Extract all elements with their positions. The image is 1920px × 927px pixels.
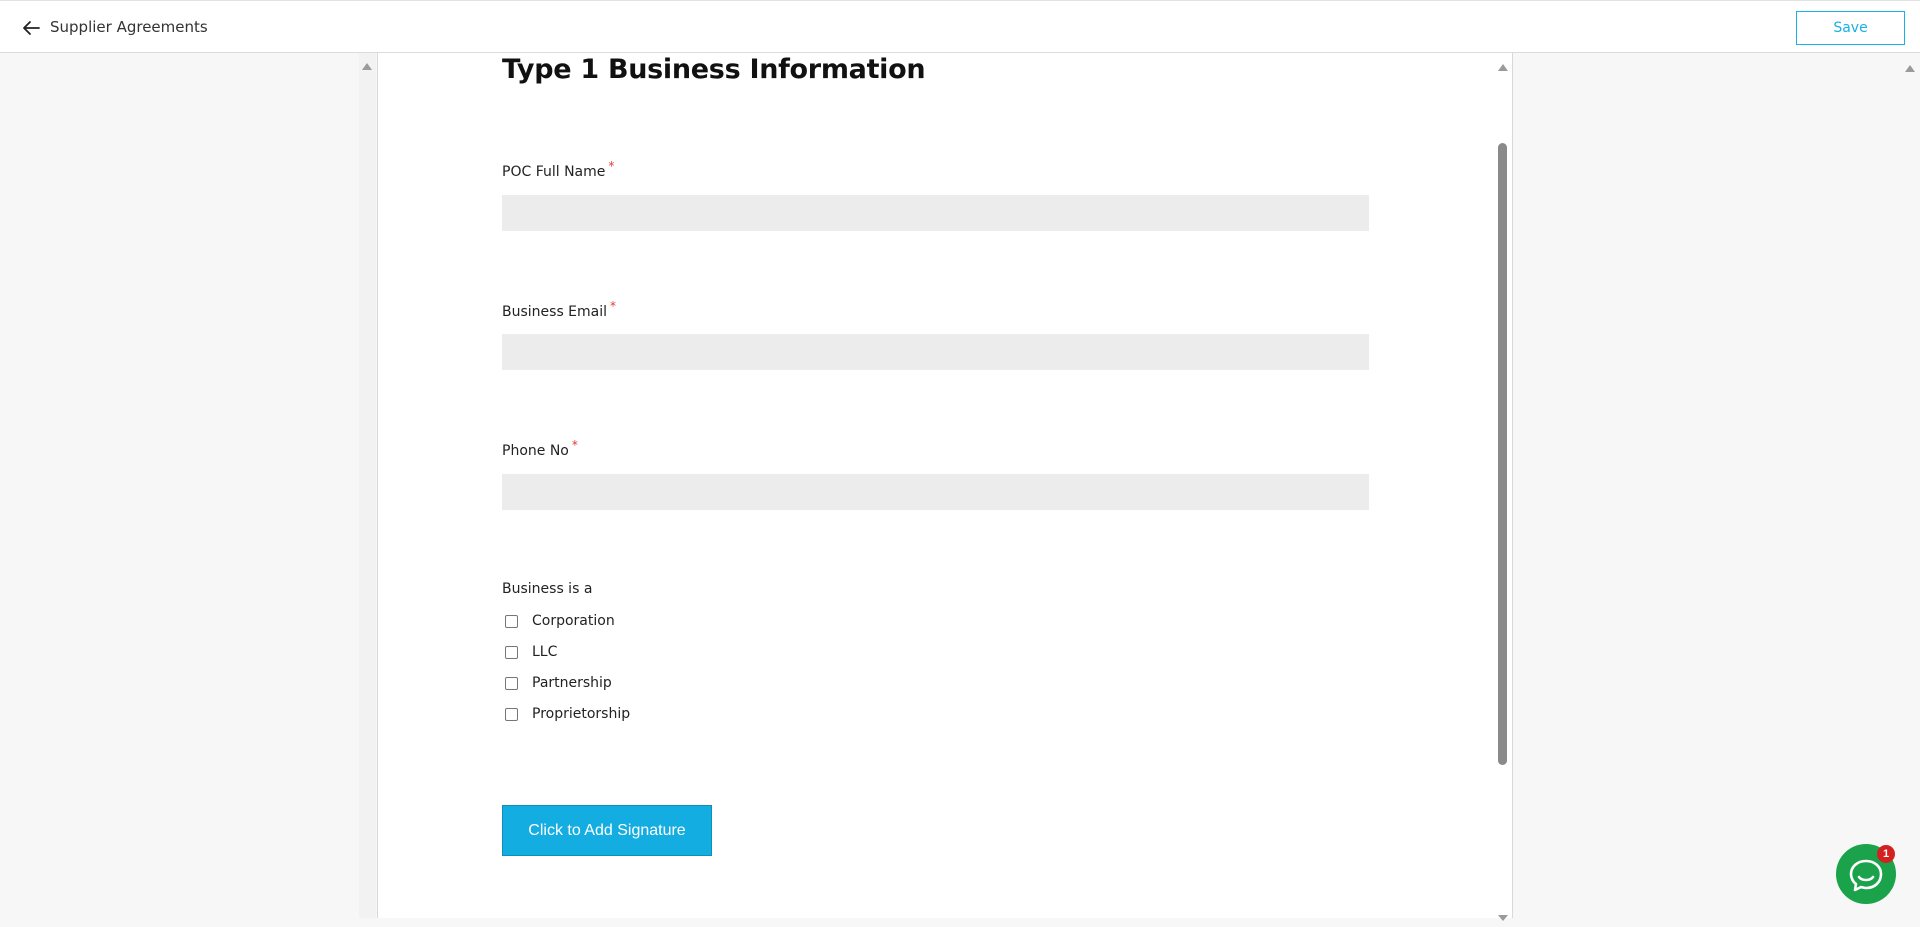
back-arrow-icon[interactable] <box>20 18 42 38</box>
required-marker: * <box>608 159 615 173</box>
left-scrollbar[interactable] <box>359 53 376 918</box>
left-panel <box>0 53 359 918</box>
top-bar: Supplier Agreements Save <box>0 0 1920 53</box>
checkbox-label: Proprietorship <box>532 706 631 722</box>
scrollbar-thumb[interactable] <box>1498 143 1507 765</box>
business-email-label: Business Email * <box>502 299 616 320</box>
required-marker: * <box>610 299 617 313</box>
checkbox-partnership[interactable]: Partnership <box>505 675 612 691</box>
document-scrollbar[interactable] <box>1494 53 1512 921</box>
field-label-text: Phone No <box>502 443 569 459</box>
scroll-down-arrow-icon[interactable] <box>1497 909 1509 927</box>
scroll-up-arrow-icon[interactable] <box>1904 60 1916 78</box>
checkbox[interactable] <box>505 614 518 628</box>
checkbox-corporation[interactable]: Corporation <box>505 613 615 629</box>
field-label-text: POC Full Name <box>502 164 606 180</box>
field-label-text: Business Email <box>502 304 608 320</box>
page-title: Supplier Agreements <box>50 18 208 36</box>
checkbox-llc[interactable]: LLC <box>505 644 557 660</box>
checkbox[interactable] <box>505 676 518 690</box>
save-button[interactable]: Save <box>1796 11 1905 45</box>
add-signature-button[interactable]: Click to Add Signature <box>502 805 712 856</box>
required-marker: * <box>571 438 578 452</box>
phone-no-label: Phone No * <box>502 438 578 459</box>
poc-full-name-label: POC Full Name * <box>502 159 614 180</box>
scroll-up-arrow-icon[interactable] <box>1497 59 1509 77</box>
poc-full-name-input[interactable] <box>502 195 1369 231</box>
scroll-up-arrow-icon[interactable] <box>361 58 373 70</box>
checkbox-label: LLC <box>532 644 558 660</box>
checkbox[interactable] <box>505 707 518 721</box>
right-panel <box>1514 53 1920 918</box>
form-title: Type 1 Business Information <box>502 54 926 85</box>
checkbox-label: Partnership <box>532 675 612 691</box>
checkbox[interactable] <box>505 645 518 659</box>
checkbox-label: Corporation <box>532 613 615 629</box>
checkbox-proprietorship[interactable]: Proprietorship <box>505 706 630 722</box>
notification-badge: 1 <box>1877 845 1895 863</box>
phone-no-input[interactable] <box>502 474 1369 510</box>
business-email-input[interactable] <box>502 334 1369 370</box>
business-type-label: Business is a <box>502 581 593 597</box>
